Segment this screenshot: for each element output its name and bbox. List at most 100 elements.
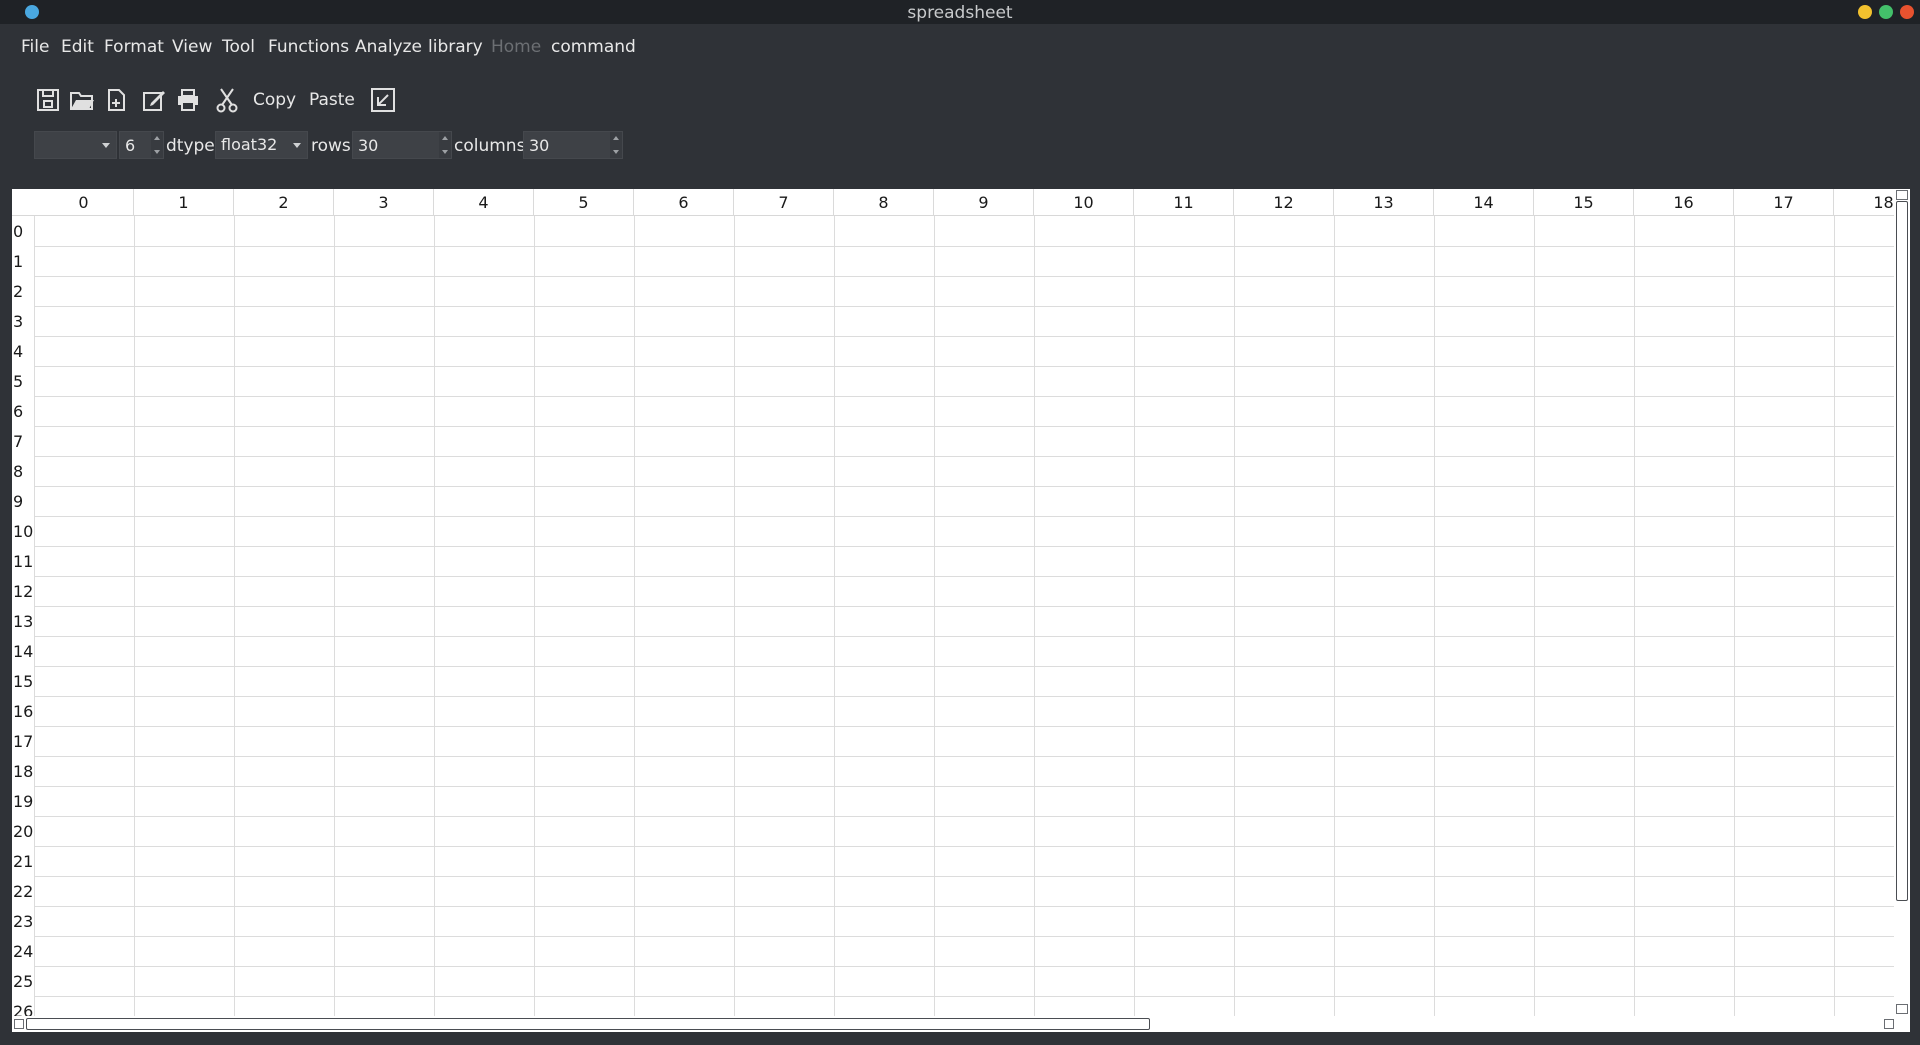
menu-analyze[interactable]: Analyze (355, 37, 422, 57)
menu-format[interactable]: Format (104, 37, 164, 57)
column-header[interactable]: 6 (634, 189, 734, 216)
menu-edit[interactable]: Edit (61, 37, 94, 57)
row-header[interactable]: 14 (13, 636, 34, 666)
grid-row-line (34, 336, 1894, 337)
menu-view[interactable]: View (172, 37, 212, 57)
column-header[interactable]: 11 (1134, 189, 1234, 216)
grid-row-line (34, 456, 1894, 457)
row-header[interactable]: 16 (13, 696, 34, 726)
row-header[interactable]: 4 (13, 336, 34, 366)
column-header[interactable]: 16 (1634, 189, 1734, 216)
column-header[interactable]: 7 (734, 189, 834, 216)
new-file-icon[interactable] (103, 87, 129, 113)
row-header[interactable]: 9 (13, 486, 34, 516)
column-header[interactable]: 3 (334, 189, 434, 216)
grid-row-line (34, 636, 1894, 637)
row-header[interactable]: 2 (13, 276, 34, 306)
copy-button[interactable]: Copy (253, 90, 296, 110)
scroll-left-icon[interactable] (14, 1019, 24, 1029)
grid-row-line (34, 306, 1894, 307)
row-header[interactable]: 8 (13, 456, 34, 486)
grid-row-line (34, 396, 1894, 397)
vertical-scroll-thumb[interactable] (1896, 201, 1908, 901)
rows-stepper[interactable] (439, 132, 451, 158)
row-header[interactable]: 12 (13, 576, 34, 606)
cut-icon[interactable] (214, 87, 240, 113)
scroll-up-icon[interactable] (1896, 190, 1908, 200)
dtype-label: dtype: (166, 136, 221, 156)
column-header[interactable]: 10 (1034, 189, 1134, 216)
cell-area[interactable] (34, 216, 1894, 1027)
grid-row-line (34, 726, 1894, 727)
column-header[interactable]: 17 (1734, 189, 1834, 216)
row-header[interactable]: 17 (13, 726, 34, 756)
export-icon[interactable] (370, 87, 396, 113)
row-header[interactable]: 18 (13, 756, 34, 786)
row-header[interactable]: 10 (13, 516, 34, 546)
vertical-scrollbar[interactable] (1894, 189, 1910, 1016)
columns-spinbox[interactable]: 30 (523, 131, 623, 159)
row-header[interactable]: 3 (13, 306, 34, 336)
maximize-button[interactable] (1879, 5, 1893, 19)
minimize-button[interactable] (1858, 5, 1872, 19)
row-header[interactable]: 23 (13, 906, 34, 936)
column-header[interactable]: 1 (134, 189, 234, 216)
close-button[interactable] (1900, 5, 1914, 19)
column-header[interactable]: 15 (1534, 189, 1634, 216)
row-header[interactable]: 1 (13, 246, 34, 276)
column-header[interactable]: 14 (1434, 189, 1534, 216)
column-header[interactable]: 2 (234, 189, 334, 216)
spreadsheet-grid[interactable]: 0 1 2 3 4 5 6 7 8 9 10 11 12 13 14 15 16 17 18 01234567891… (12, 189, 1910, 1032)
horizontal-scrollbar[interactable] (12, 1016, 1910, 1032)
row-header[interactable]: 25 (13, 966, 34, 996)
scroll-right-icon[interactable] (1884, 1019, 1894, 1029)
grid-row-line (34, 246, 1894, 247)
grid-row-line (34, 576, 1894, 577)
column-header[interactable]: 5 (534, 189, 634, 216)
rows-label: rows: (311, 136, 357, 156)
menu-home: Home (491, 37, 542, 57)
column-header[interactable]: 12 (1234, 189, 1334, 216)
chevron-up-icon (442, 136, 448, 140)
grid-row-line (34, 276, 1894, 277)
open-folder-icon[interactable] (69, 87, 95, 113)
horizontal-scroll-thumb[interactable] (26, 1018, 1150, 1030)
row-header[interactable]: 13 (13, 606, 34, 636)
print-icon[interactable] (175, 87, 201, 113)
menu-library[interactable]: library (428, 37, 483, 57)
column-header[interactable]: 0 (34, 189, 134, 216)
column-header[interactable]: 9 (934, 189, 1034, 216)
row-header[interactable]: 6 (13, 396, 34, 426)
edit-icon[interactable] (141, 87, 167, 113)
row-header[interactable]: 24 (13, 936, 34, 966)
rows-value: 30 (358, 136, 379, 155)
grid-row-line (34, 996, 1894, 997)
row-header[interactable]: 5 (13, 366, 34, 396)
save-icon[interactable] (35, 87, 61, 113)
row-header[interactable]: 19 (13, 786, 34, 816)
row-header[interactable]: 21 (13, 846, 34, 876)
row-header[interactable]: 0 (13, 216, 34, 246)
menu-functions[interactable]: Functions (268, 37, 349, 57)
row-header[interactable]: 15 (13, 666, 34, 696)
column-header[interactable]: 13 (1334, 189, 1434, 216)
column-header[interactable]: 8 (834, 189, 934, 216)
row-header[interactable]: 20 (13, 816, 34, 846)
paste-button[interactable]: Paste (309, 90, 355, 110)
precision-value: 6 (125, 136, 136, 155)
precision-stepper[interactable] (151, 132, 163, 158)
precision-spinbox[interactable]: 6 (119, 131, 164, 159)
row-header[interactable]: 22 (13, 876, 34, 906)
window-title: spreadsheet (907, 3, 1013, 23)
row-header[interactable]: 11 (13, 546, 34, 576)
column-header[interactable]: 4 (434, 189, 534, 216)
dtype-select[interactable]: float32 (215, 131, 308, 159)
menu-command[interactable]: command (551, 37, 636, 57)
menu-tool[interactable]: Tool (222, 37, 255, 57)
rows-spinbox[interactable]: 30 (352, 131, 452, 159)
row-header[interactable]: 7 (13, 426, 34, 456)
scroll-down-icon[interactable] (1896, 1004, 1908, 1014)
columns-stepper[interactable] (610, 132, 622, 158)
menu-file[interactable]: File (21, 37, 49, 57)
font-combo[interactable] (34, 131, 117, 159)
